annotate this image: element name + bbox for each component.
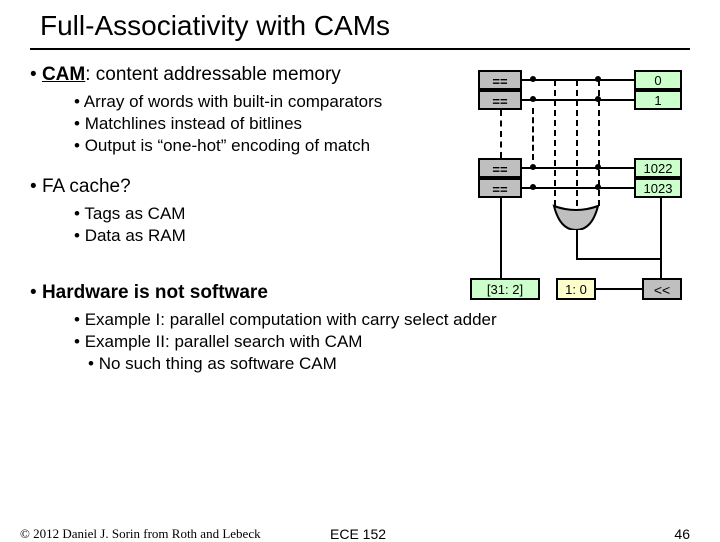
or-gate-icon	[552, 204, 600, 230]
wire	[532, 167, 600, 169]
wire-dashed	[500, 110, 502, 158]
comparator-box: ==	[478, 90, 522, 110]
wire	[600, 99, 634, 101]
cam-label: CAM	[42, 64, 85, 85]
wire	[500, 198, 502, 278]
fa-text: FA cache?	[42, 176, 131, 197]
tag-field-box: [31: 2]	[470, 278, 540, 300]
index-box: 1022	[634, 158, 682, 178]
comparator-box: ==	[478, 70, 522, 90]
comparator-box: ==	[478, 158, 522, 178]
slide-title: Full-Associativity with CAMs	[30, 10, 690, 46]
wire	[636, 258, 662, 260]
wire	[532, 187, 600, 189]
comparator-box: ==	[478, 178, 522, 198]
wire	[576, 258, 636, 260]
index-box: 0	[634, 70, 682, 90]
hw-sub-3: No such thing as software CAM	[88, 354, 690, 374]
hw-sub-2: Example II: parallel search with CAM	[74, 332, 690, 352]
hw-text: Hardware is not software	[42, 282, 268, 303]
cam-rest: : content addressable memory	[85, 64, 341, 85]
wire	[532, 79, 600, 81]
wire	[600, 79, 634, 81]
title-rule	[30, 48, 690, 50]
wire	[600, 167, 634, 169]
index-box: 1023	[634, 178, 682, 198]
index-box: 1	[634, 90, 682, 110]
wire-dashed	[532, 108, 534, 160]
wire	[596, 288, 642, 290]
wire	[660, 198, 662, 278]
offset-field-box: 1: 0	[556, 278, 596, 300]
wire	[600, 187, 634, 189]
cam-diagram: == == == == 0 1 1022 1023	[460, 70, 700, 330]
wire	[532, 99, 600, 101]
shift-box: <<	[642, 278, 682, 300]
wire	[576, 230, 578, 258]
